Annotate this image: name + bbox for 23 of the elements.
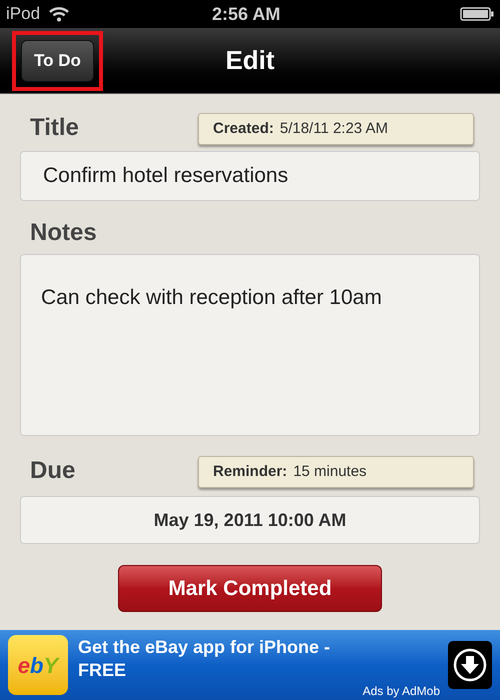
- ad-banner[interactable]: ebY Get the eBay app for iPhone - FREE Ads by AdMob: [0, 630, 500, 700]
- tag-value: 15 minutes: [293, 462, 367, 482]
- screen-title: Edit: [225, 44, 275, 77]
- mark-completed-button[interactable]: Mark Completed: [118, 565, 382, 612]
- field-label: Notes: [30, 219, 97, 246]
- download-button[interactable]: [448, 641, 492, 689]
- ad-credit: Ads by AdMob: [362, 683, 440, 700]
- tag-label: Reminder:: [213, 462, 288, 482]
- title-field[interactable]: Confirm hotel reservations: [20, 151, 480, 201]
- notes-field[interactable]: Can check with reception after 10am: [20, 254, 480, 436]
- app-logo: ebY: [8, 635, 68, 695]
- download-icon: [453, 648, 487, 682]
- due-date-field[interactable]: May 19, 2011 10:00 AM: [20, 496, 480, 544]
- wifi-icon: [48, 6, 70, 22]
- tag-label: Created:: [213, 118, 274, 139]
- ad-text[interactable]: Get the eBay app for iPhone - FREE: [78, 636, 378, 682]
- field-label: Due: [30, 457, 76, 484]
- back-button[interactable]: To Do: [21, 40, 94, 82]
- battery-icon: [460, 7, 494, 21]
- field-label: Title: [30, 114, 79, 141]
- clock: 2:56 AM: [212, 2, 280, 26]
- device-name: iPod: [6, 3, 40, 26]
- tag-value: 5/18/11 2:23 AM: [280, 118, 388, 139]
